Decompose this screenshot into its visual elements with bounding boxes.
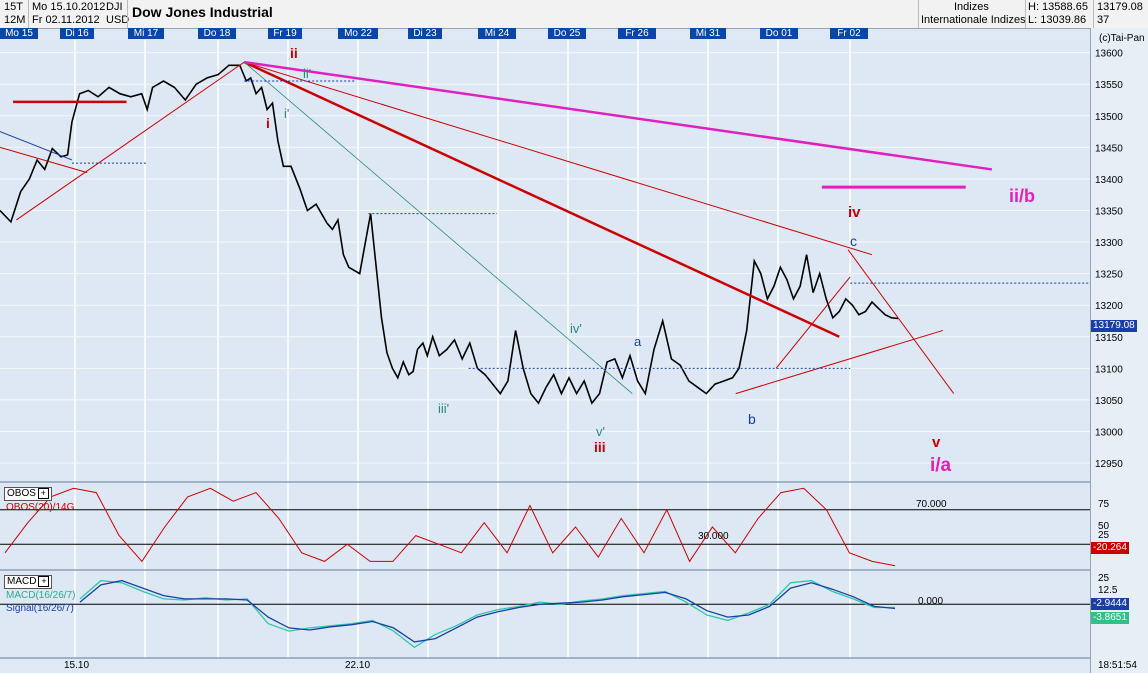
wave-label: iii': [438, 401, 449, 416]
y-tick-label: 13050: [1095, 396, 1123, 407]
macd-tick: 12.5: [1098, 585, 1117, 596]
y-tick-label: 13450: [1095, 143, 1123, 154]
trendline: [848, 250, 954, 394]
signal-last-tag: -3.8651: [1091, 612, 1129, 624]
trendline: [244, 62, 632, 394]
y-tick-label: 13100: [1095, 364, 1123, 375]
obos-last-tag: -20.264: [1091, 542, 1129, 554]
x-axis-label: 15.10: [64, 660, 89, 671]
wave-label: v': [596, 424, 605, 439]
wave-label: iv: [848, 204, 861, 221]
signal-line: [80, 581, 895, 642]
plus-icon[interactable]: +: [38, 576, 49, 587]
y-tick-label: 13400: [1095, 175, 1123, 186]
obos-title: OBOS: [7, 488, 36, 499]
y-tick-label: 13250: [1095, 270, 1123, 281]
trendline: [244, 62, 839, 337]
y-tick-label: 13550: [1095, 80, 1123, 91]
y-tick-label: 12950: [1095, 459, 1123, 470]
y-tick-label: 13150: [1095, 333, 1123, 344]
wave-label: iv': [570, 321, 582, 336]
wave-label: i/a: [930, 455, 952, 476]
macd-indicator-box[interactable]: MACD+: [4, 575, 52, 589]
wave-label: ii': [303, 66, 311, 81]
plus-icon[interactable]: +: [38, 488, 49, 499]
trendline: [736, 330, 943, 393]
chart-window: 15T 12M Mo 15.10.2012 Fr 02.11.2012 DJI …: [0, 0, 1148, 673]
y-tick-label: 13350: [1095, 206, 1123, 217]
macd-legend: MACD(16/26/7): [6, 590, 75, 601]
obos-legend: OBOS(20)/14G: [6, 502, 74, 513]
price-chart: 13600 13550 13500 13450 13400 13350 13300 13250…: [0, 0, 1148, 673]
obos-tick: 25: [1098, 530, 1109, 541]
wave-label: b: [748, 411, 756, 427]
last-price-tag: 13179.08: [1091, 320, 1137, 332]
wave-label: ii: [290, 45, 298, 61]
wave-label: v: [932, 434, 941, 451]
wave-label: i': [284, 106, 289, 121]
y-tick-label: 13000: [1095, 427, 1123, 438]
obos-level-30: 30.000: [698, 531, 729, 542]
y-tick-label: 13200: [1095, 301, 1123, 312]
obos-indicator-box[interactable]: OBOS+: [4, 487, 52, 501]
clock: 18:51:54: [1098, 660, 1137, 671]
macd-zero-label: 0.000: [918, 596, 943, 607]
signal-legend: Signal(16/26/7): [6, 603, 74, 614]
obos-line: [5, 488, 895, 565]
wave-label: iii: [594, 439, 606, 455]
y-tick-label: 13600: [1095, 49, 1123, 60]
macd-title: MACD: [7, 576, 36, 587]
macd-last-tag: -2.9444: [1091, 598, 1129, 610]
y-tick-label: 13300: [1095, 238, 1123, 249]
trendline: [0, 132, 72, 160]
wave-label: ii/b: [1009, 186, 1035, 206]
wave-label: a: [634, 334, 642, 349]
y-tick-label: 13500: [1095, 112, 1123, 123]
x-axis-label: 22.10: [345, 660, 370, 671]
macd-tick: 25: [1098, 573, 1109, 584]
wave-label: i: [266, 115, 270, 131]
wave-label: c: [850, 233, 857, 249]
obos-tick: 75: [1098, 499, 1109, 510]
obos-level-70: 70.000: [916, 499, 947, 510]
trendline: [16, 62, 244, 220]
